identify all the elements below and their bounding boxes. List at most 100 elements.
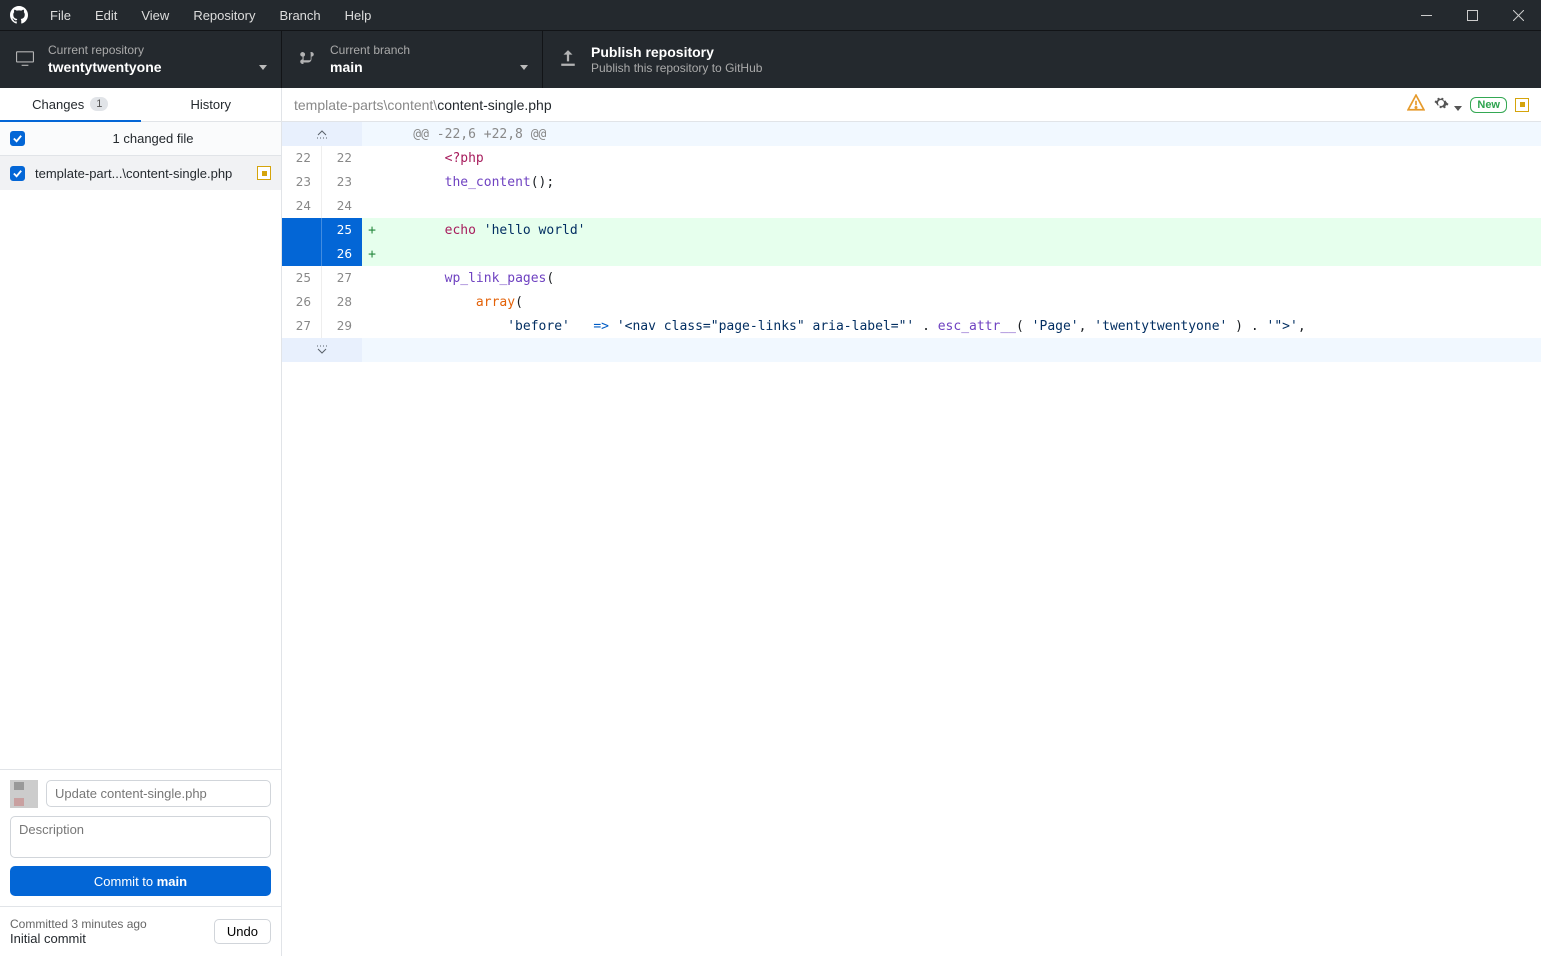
file-modified-icon [257,166,271,180]
changed-file-row[interactable]: template-part...\content-single.php [0,156,281,190]
git-branch-icon [298,49,316,70]
gutter-old: 26 [282,290,322,314]
diff-line-add: 25+ echo 'hello world' [282,218,1541,242]
gutter-old [282,242,322,266]
menu-file[interactable]: File [38,0,83,30]
diff-marker [362,290,382,314]
commit-button[interactable]: Commit to main [10,866,271,896]
file-modified-icon [1515,98,1529,112]
menu-branch[interactable]: Branch [267,0,332,30]
sidebar-tabs: Changes 1 History [0,88,281,122]
expand-down-icon[interactable] [282,338,362,362]
diff-code: <?php [382,146,1541,170]
github-icon [10,6,28,24]
diff-line-ctx: 2527 wp_link_pages( [282,266,1541,290]
gutter-old: 23 [282,170,322,194]
diff-marker [362,194,382,218]
sidebar: Changes 1 History 1 changed file templat… [0,88,282,956]
menu-help[interactable]: Help [333,0,384,30]
tab-changes-label: Changes [32,97,84,112]
tab-history-label: History [191,97,231,112]
diff-code: 'before' => '<nav class="page-links" ari… [382,314,1541,338]
file-name: template-part...\content-single.php [35,166,247,181]
changed-files-label: 1 changed file [35,131,271,146]
last-commit-time: Committed 3 minutes ago [10,917,214,931]
diff-line-hunk: @@ -22,6 +22,8 @@ [282,122,1541,146]
diff-marker [362,266,382,290]
gutter-old: 27 [282,314,322,338]
avatar [10,780,38,808]
commit-button-branch: main [157,874,187,889]
tab-changes[interactable]: Changes 1 [0,88,141,122]
diff-line-add: 26+ [282,242,1541,266]
diff-marker [362,146,382,170]
menu-repository[interactable]: Repository [181,0,267,30]
diff-code [382,338,1541,362]
diff-line-hunk-tail [282,338,1541,362]
repo-label: Current repository [48,43,162,59]
maximize-icon [1467,10,1478,21]
diff-settings-button[interactable] [1433,95,1463,114]
diff-marker: + [362,242,382,266]
diff-line-ctx: 2424 [282,194,1541,218]
menu-view[interactable]: View [129,0,181,30]
gutter-new: 27 [322,266,362,290]
diff-code: wp_link_pages( [382,266,1541,290]
diff-line-ctx: 2323 the_content(); [282,170,1541,194]
diff-code: the_content(); [382,170,1541,194]
gutter-new: 28 [322,290,362,314]
diff-panel: template-parts\content\content-single.ph… [282,88,1541,956]
gutter-old [282,218,322,242]
new-pill[interactable]: New [1470,97,1507,113]
diff-line-ctx: 2729 'before' => '<nav class="page-links… [282,314,1541,338]
current-repository-selector[interactable]: Current repository twentytwentyone [0,31,282,88]
current-branch-selector[interactable]: Current branch main [282,31,543,88]
diff-code [382,242,1541,266]
commit-description-input[interactable] [10,816,271,858]
diff-marker [362,170,382,194]
gutter-old: 22 [282,146,322,170]
diff-code: @@ -22,6 +22,8 @@ [382,122,1541,146]
gutter-old: 24 [282,194,322,218]
diff-body[interactable]: @@ -22,6 +22,8 @@2222 <?php2323 the_cont… [282,122,1541,956]
gutter-new: 24 [322,194,362,218]
window-close-button[interactable] [1495,0,1541,30]
breadcrumb-file: content-single.php [437,97,551,113]
window-maximize-button[interactable] [1449,0,1495,30]
gutter-new: 25 [322,218,362,242]
warning-icon[interactable] [1407,94,1425,115]
changed-files-summary: 1 changed file [0,122,281,156]
changes-count-badge: 1 [90,97,108,111]
commit-summary-input[interactable] [46,780,271,807]
diff-marker: + [362,218,382,242]
file-checkbox[interactable] [10,166,25,181]
diff-header: template-parts\content\content-single.ph… [282,88,1541,122]
window-controls [1403,0,1541,30]
upload-icon [559,49,577,70]
gutter-new: 26 [322,242,362,266]
menu-bar: File Edit View Repository Branch Help [38,0,383,30]
menu-edit[interactable]: Edit [83,0,129,30]
diff-marker [362,338,382,362]
expand-up-icon[interactable] [282,122,362,146]
gutter-old: 25 [282,266,322,290]
tab-history[interactable]: History [141,88,282,121]
chevron-down-icon [1454,106,1462,111]
gutter-new: 23 [322,170,362,194]
file-breadcrumb: template-parts\content\content-single.ph… [294,97,1399,113]
publish-repository-button[interactable]: Publish repository Publish this reposito… [543,31,803,88]
commit-button-prefix: Commit to [94,874,157,889]
diff-line-ctx: 2628 array( [282,290,1541,314]
minimize-icon [1421,10,1432,21]
diff-code: array( [382,290,1541,314]
window-minimize-button[interactable] [1403,0,1449,30]
gutter-new: 22 [322,146,362,170]
toolbar: Current repository twentytwentyone Curre… [0,30,1541,88]
publish-title: Publish repository [591,43,762,61]
undo-button[interactable]: Undo [214,919,271,944]
select-all-checkbox[interactable] [10,131,25,146]
desktop-icon [16,49,34,70]
publish-subtitle: Publish this repository to GitHub [591,61,762,77]
titlebar: File Edit View Repository Branch Help [0,0,1541,30]
diff-line-ctx: 2222 <?php [282,146,1541,170]
